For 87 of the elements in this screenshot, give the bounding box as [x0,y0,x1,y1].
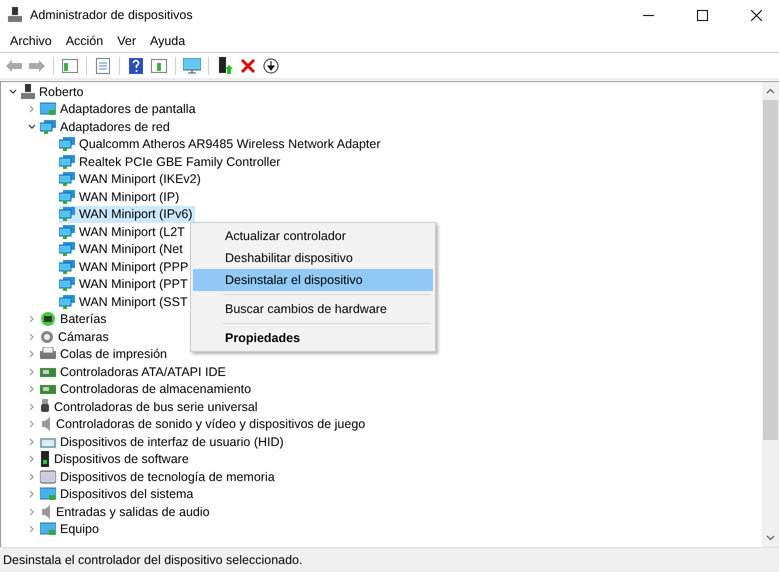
menu-item[interactable]: Archivo [3,34,59,48]
network-icon [59,172,75,186]
menu-option[interactable]: Buscar cambios de hardware [193,298,433,320]
tree-item[interactable]: Dispositivos de tecnología de memoria [40,468,278,486]
tree-item[interactable]: Equipo [40,520,102,538]
chevron-right-icon[interactable] [28,420,36,428]
tree-item[interactable]: Roberto [21,83,86,100]
speaker-icon [40,416,52,432]
tree-item[interactable]: WAN Miniport (IPv6) [59,206,196,223]
monitor-icon [40,522,56,536]
tree-item[interactable]: Controladoras de sonido y vídeo y dispositivos de juego [40,416,368,433]
monitor-icon [40,487,56,502]
tree-item[interactable]: Controladoras de almacenamiento [40,380,254,398]
tree-item[interactable]: Controladoras de bus serie universal [40,398,261,416]
menu-item[interactable]: Ver [110,34,143,48]
monitor-icon [40,102,56,116]
chevron-right-icon[interactable] [28,508,36,516]
menu-option[interactable]: Propiedades [193,327,433,349]
chevron-right-icon[interactable] [28,105,36,114]
network-icon [59,190,75,204]
menu-option[interactable]: Deshabilitar dispositivo [193,247,433,269]
tree-item[interactable]: Controladoras ATA/ATAPI IDE [40,363,229,380]
network-icon [59,294,75,309]
status-text: Desinstala el controlador del dispositivo seleccionado. [0,547,779,572]
speaker-icon [40,504,52,520]
chevron-right-icon[interactable] [28,490,36,498]
tree-item[interactable]: Baterías [40,310,110,328]
help-button[interactable] [126,56,146,76]
network-icon [59,277,75,292]
tree-item[interactable]: Entradas y salidas de audio [40,503,213,520]
webcam-icon [40,330,54,344]
tree-item[interactable]: Dispositivos del sistema [40,486,196,503]
chevron-right-icon[interactable] [28,368,36,376]
tree-item[interactable]: WAN Miniport (IP) [59,188,182,206]
window-title: Administrador de dispositivos [30,8,194,22]
chevron-down-icon[interactable] [28,122,36,131]
tree-item[interactable]: Realtek PCIe GBE Family Controller [59,153,284,170]
tree-item[interactable]: Dispositivos de interfaz de usuario (HID) [40,433,287,450]
chevron-down-icon[interactable] [9,88,17,96]
memory-card-icon [40,470,56,484]
menu-item[interactable]: Ayuda [142,34,192,48]
tree-item[interactable]: WAN Miniport (L2T [59,223,188,240]
network-icon [59,207,75,222]
chip-icon [40,382,56,396]
battery-icon [40,311,56,328]
menu-item[interactable]: Acción [58,34,110,48]
network-icon [59,242,75,256]
tree-item[interactable]: Qualcomm Atheros AR9485 Wireless Network Adapter [59,136,384,153]
maximize-icon [696,10,708,20]
menu-option[interactable]: Desinstalar el dispositivo [193,269,433,291]
tree-item[interactable]: WAN Miniport (SST [59,293,191,310]
scroll-up-icon[interactable] [766,88,775,94]
scroll-down-icon[interactable] [766,535,775,541]
chevron-right-icon[interactable] [28,525,36,534]
printer-icon [40,347,56,362]
tree-item[interactable]: Dispositivos de software [40,450,192,468]
chevron-right-icon[interactable] [28,438,36,446]
chevron-right-icon[interactable] [28,402,36,411]
tree-item[interactable]: WAN Miniport (IKEv2) [59,170,204,188]
computer-icon [21,84,35,100]
tower-icon [40,451,50,468]
properties-button[interactable] [93,56,113,76]
chevron-right-icon[interactable] [28,385,36,394]
usb-plug-icon [40,398,50,415]
chevron-right-icon[interactable] [28,332,36,341]
tree-item[interactable]: WAN Miniport (PPT [59,276,191,293]
close-icon [750,10,762,20]
tree-item[interactable]: Adaptadores de red [40,118,173,136]
monitor-button[interactable] [182,56,202,76]
tree-item[interactable]: Cámaras [40,328,112,346]
network-icon [59,260,75,274]
menu-option[interactable]: Actualizar controlador [193,225,433,247]
chevron-right-icon[interactable] [28,350,36,358]
network-icon [59,137,75,152]
chevron-right-icon[interactable] [28,315,36,324]
network-icon [59,224,75,239]
scrollbar[interactable] [762,82,779,547]
download-button[interactable] [261,56,281,76]
tree-item[interactable]: WAN Miniport (Net [59,240,186,258]
network-icon [40,120,56,134]
network-icon [59,154,75,169]
chevron-right-icon[interactable] [28,472,36,481]
tree-item[interactable]: Colas de impresión [40,346,170,363]
app-icon [8,7,22,23]
tree-item[interactable]: Adaptadores de pantalla [40,100,199,118]
chevron-right-icon[interactable] [28,455,36,464]
tree-item[interactable]: WAN Miniport (PPP [59,258,192,276]
